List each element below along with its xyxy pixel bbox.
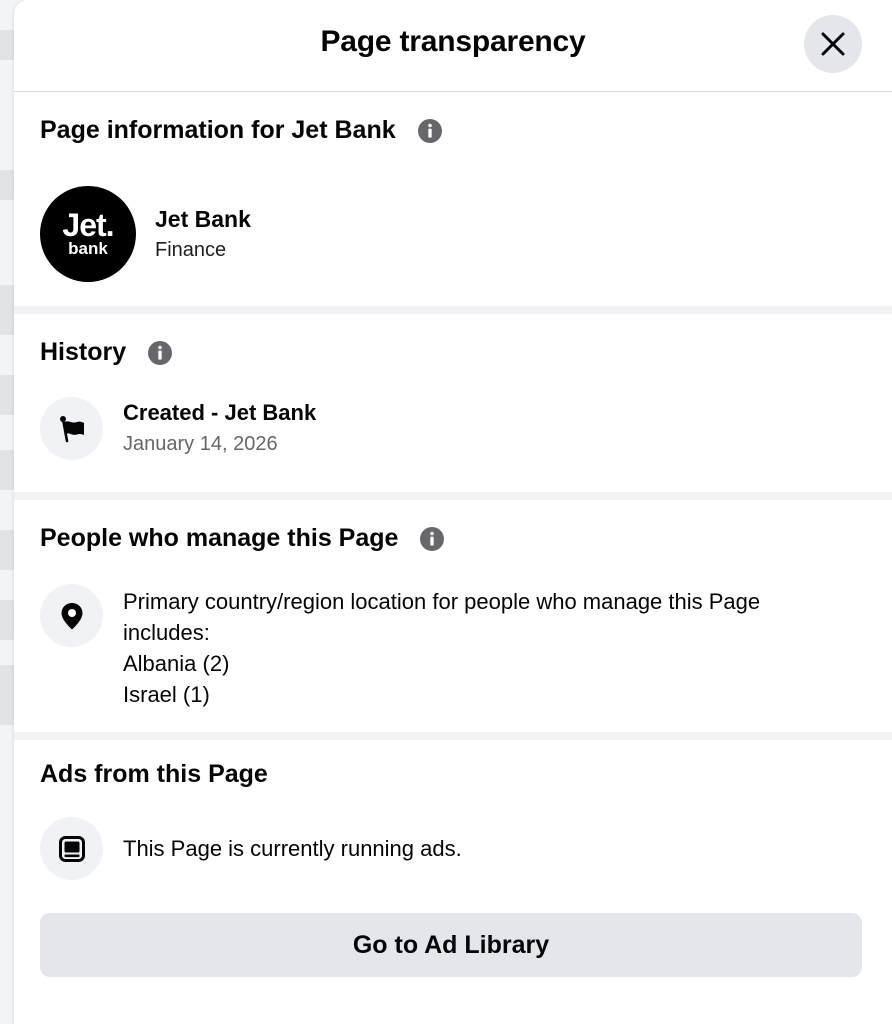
managers-section: People who manage this Page Primary coun… bbox=[14, 500, 892, 732]
section-divider bbox=[14, 732, 892, 740]
ad-icon-container bbox=[40, 817, 103, 880]
background-fragment bbox=[0, 600, 14, 640]
avatar-logo-main: Jet. bbox=[62, 207, 114, 243]
history-date: January 14, 2026 bbox=[123, 433, 278, 455]
location-icon-container bbox=[40, 584, 103, 647]
dialog-title: Page transparency bbox=[320, 25, 586, 58]
avatar-logo-sub: bank bbox=[68, 239, 108, 258]
background-fragment bbox=[0, 450, 14, 490]
page-avatar[interactable]: Jet. bank bbox=[40, 186, 136, 282]
ads-status: This Page is currently running ads. bbox=[123, 836, 462, 861]
page-information-section: Page information for Jet Bank Jet. bank … bbox=[14, 92, 892, 306]
background-fragment bbox=[0, 665, 14, 725]
page-information-title: Page information for Jet Bank bbox=[40, 116, 396, 144]
managers-heading: People who manage this Page bbox=[40, 524, 445, 553]
managers-description-line1: Primary country/region location for peop… bbox=[123, 589, 761, 614]
history-section: History Created - Jet Bank January 14, 2… bbox=[14, 314, 892, 492]
page-category: Finance bbox=[155, 239, 227, 261]
info-icon[interactable] bbox=[417, 118, 442, 143]
country-item-albania: Albania (2) bbox=[123, 651, 230, 676]
page-information-heading: Page information for Jet Bank bbox=[40, 116, 442, 145]
location-pin-icon bbox=[61, 602, 82, 629]
flag-icon-container bbox=[40, 397, 103, 460]
dialog-header: Page transparency bbox=[14, 0, 892, 92]
ads-section: Ads from this Page This Page is currentl… bbox=[14, 740, 892, 1024]
go-to-ad-library-button[interactable]: Go to Ad Library bbox=[40, 913, 862, 977]
section-divider bbox=[14, 492, 892, 500]
managers-description-line2: includes: bbox=[123, 620, 210, 645]
managers-title: People who manage this Page bbox=[40, 524, 399, 552]
page-name[interactable]: Jet Bank bbox=[155, 206, 251, 233]
country-item-israel: Israel (1) bbox=[123, 682, 210, 707]
ad-screen-icon bbox=[58, 835, 85, 862]
flag-icon bbox=[59, 415, 84, 442]
info-icon[interactable] bbox=[148, 340, 173, 365]
background-fragment bbox=[0, 170, 14, 200]
background-fragment bbox=[0, 530, 14, 570]
background-fragment bbox=[0, 285, 14, 335]
page-transparency-dialog: Page transparency Page information for J… bbox=[14, 0, 892, 1024]
info-icon[interactable] bbox=[420, 526, 445, 551]
history-title: History bbox=[40, 338, 127, 366]
history-heading: History bbox=[40, 338, 173, 367]
history-event: Created - Jet Bank bbox=[123, 400, 317, 425]
ads-title: Ads from this Page bbox=[40, 760, 268, 788]
managers-description: Primary country/region location for peop… bbox=[123, 586, 883, 710]
close-icon bbox=[821, 32, 845, 56]
close-button[interactable] bbox=[804, 15, 862, 73]
section-divider bbox=[14, 306, 892, 314]
background-fragment bbox=[0, 375, 14, 415]
background-fragment bbox=[0, 30, 14, 60]
